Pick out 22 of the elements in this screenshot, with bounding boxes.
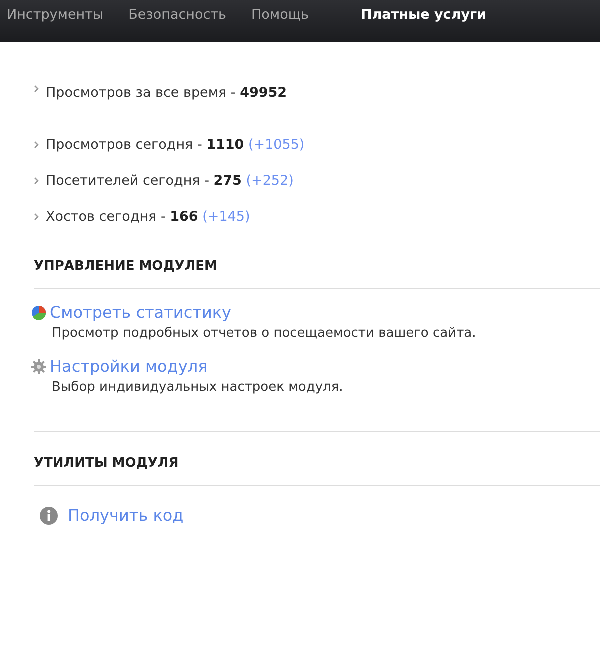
chevron-icon <box>34 85 39 93</box>
link[interactable]: Получить код <box>68 506 184 525</box>
pie-chart-icon <box>31 304 47 320</box>
chevron-icon <box>34 141 39 149</box>
stat-line: Посетителей сегодня - 275 (+252) <box>46 173 294 189</box>
nav-tab[interactable]: Безопасность <box>128 0 226 23</box>
stat-line: Хостов сегодня - 166 (+145) <box>46 209 250 225</box>
chevron-icon <box>34 213 39 221</box>
section-heading: УПРАВЛЕНИЕ МОДУЛЕМ <box>34 258 218 276</box>
nav-tab[interactable]: Платные услуги <box>361 0 487 23</box>
link[interactable]: Настройки модуля <box>50 357 208 376</box>
nav-tab[interactable]: Инструменты <box>7 0 104 23</box>
gear-icon <box>31 358 47 374</box>
description: Просмотр подробных отчетов о посещаемости вашего сайта. <box>52 326 478 341</box>
chevron-icon <box>34 177 39 185</box>
description: Выбор индивидуальных настроек модуля. <box>52 380 344 395</box>
info-icon <box>40 506 58 524</box>
nav-tab[interactable]: Помощь <box>251 0 309 23</box>
stat-line: Просмотров сегодня - 1110 (+1055) <box>46 137 305 153</box>
link[interactable]: Смотреть статистику <box>50 303 232 322</box>
section-heading: УТИЛИТЫ МОДУЛЯ <box>34 455 180 473</box>
stat-line: Просмотров за все время - 49952 <box>46 85 288 101</box>
